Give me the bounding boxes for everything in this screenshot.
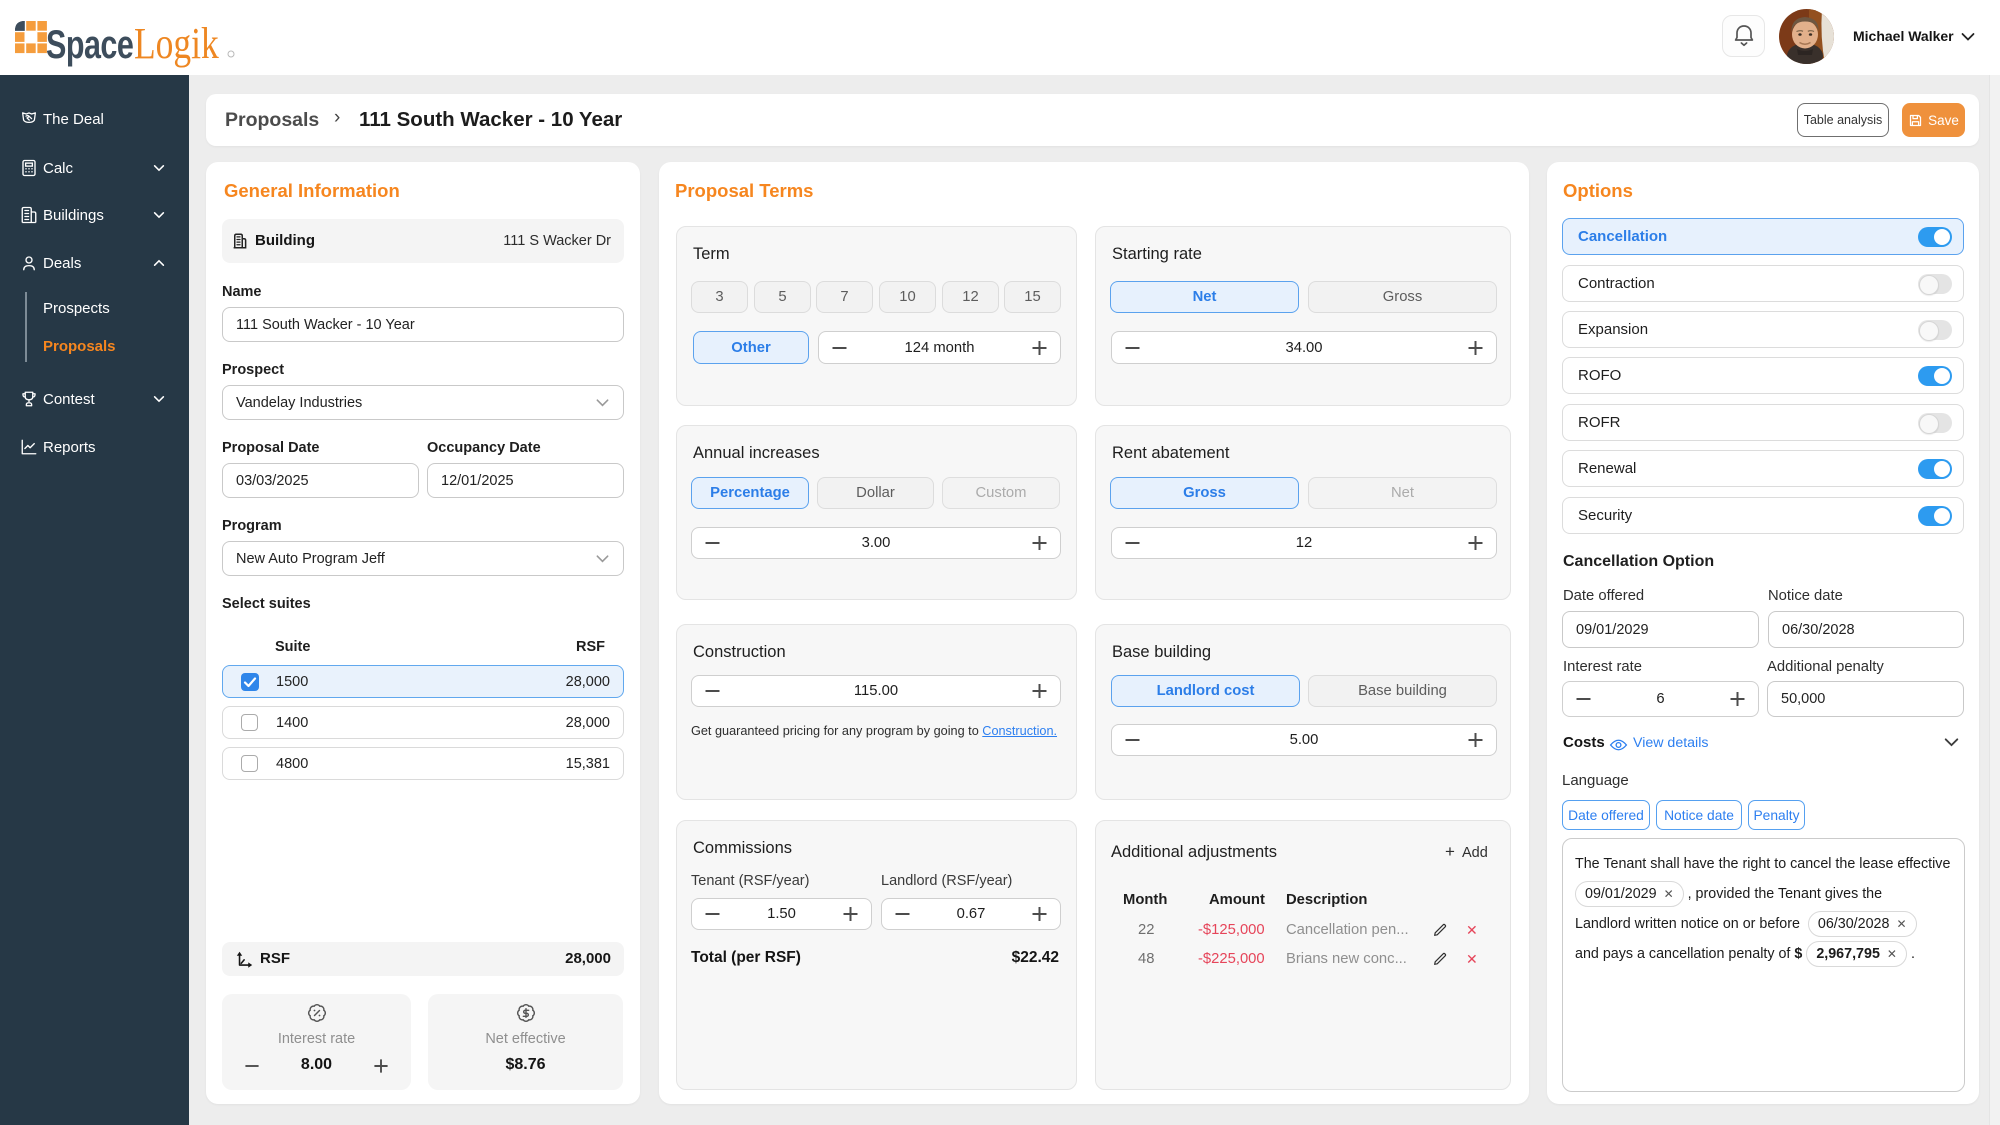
svg-text:Logik: Logik [134,18,220,68]
svg-text:Space: Space [46,23,133,67]
